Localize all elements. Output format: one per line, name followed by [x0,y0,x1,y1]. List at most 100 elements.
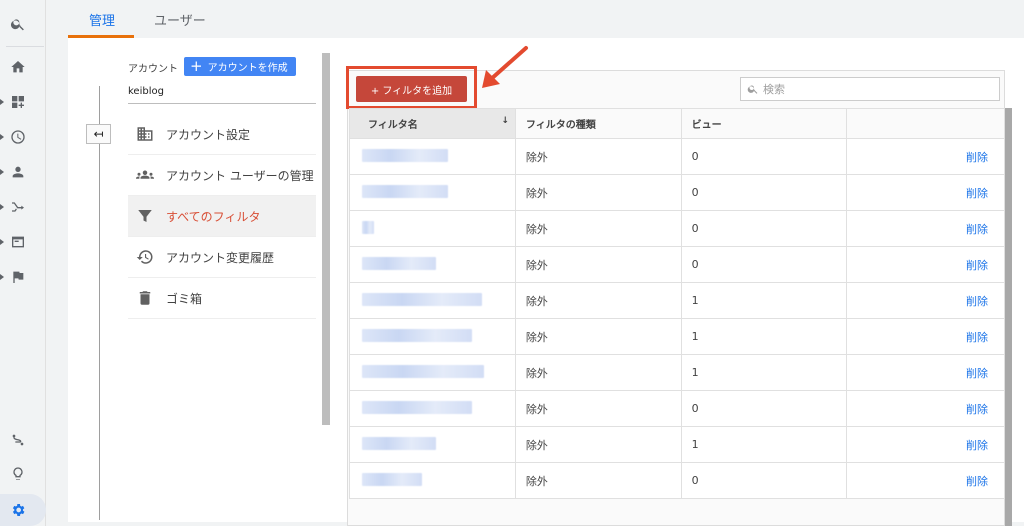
table-row: 除外 0 削除 [349,390,1005,427]
left-nav-rail [0,0,46,526]
filter-name-cell[interactable] [349,282,516,319]
expand-caret-icon [0,169,4,175]
table-row: 除外 0 削除 [349,174,1005,211]
delete-link[interactable]: 削除 [846,354,1005,391]
home-icon[interactable] [8,57,28,77]
menu-item-trash[interactable]: ゴミ箱 [128,278,316,319]
admin-settings-button[interactable] [0,494,46,526]
filter-name-cell[interactable] [349,462,516,499]
trash-icon [134,289,156,307]
create-account-label: アカウントを作成 [207,63,288,74]
account-column-label: アカウント [128,64,178,75]
filter-name-cell[interactable] [349,354,516,391]
expand-caret-icon [0,99,4,105]
people-icon [134,166,156,184]
filter-type-cell: 除外 [514,390,682,427]
back-button[interactable]: ↤ [86,124,111,144]
filter-icon [134,207,156,225]
search-icon[interactable] [8,14,28,34]
delete-link[interactable]: 削除 [846,138,1005,175]
delete-link[interactable]: 削除 [846,282,1005,319]
filter-search-field[interactable] [740,77,1000,101]
sort-down-icon: ↓ [501,116,509,126]
table-scrollbar[interactable] [1005,108,1012,526]
views-cell: 1 [680,426,848,463]
menu-item-user-management[interactable]: アカウント ユーザーの管理 [128,155,316,196]
views-cell: 0 [680,462,848,499]
filter-type-cell: 除外 [514,318,682,355]
filter-name-cell[interactable] [349,210,516,247]
redacted-filter-name [362,328,472,342]
menu-item-label: すべてのフィルタ [166,209,261,224]
redacted-filter-name [362,256,436,270]
top-tab-bar: 管理 ユーザー [46,0,1024,38]
delete-link[interactable]: 削除 [846,426,1005,463]
account-selector-underline [128,103,316,104]
expand-caret-icon [0,274,4,280]
annotation-arrow-icon [482,46,528,88]
table-row: 除外 0 削除 [349,210,1005,247]
behavior-icon[interactable] [8,232,28,252]
filter-name-cell[interactable] [349,246,516,283]
annotation-highlight-box [346,66,477,109]
delete-link[interactable]: 削除 [846,246,1005,283]
filter-type-cell: 除外 [514,210,682,247]
views-cell: 0 [680,210,848,247]
menu-scrollbar[interactable] [322,53,330,425]
conversions-flag-icon[interactable] [8,267,28,287]
table-row: 除外 0 削除 [349,462,1005,499]
views-cell: 1 [680,282,848,319]
views-cell: 0 [680,138,848,175]
column-header-filter-name[interactable]: フィルタ名 ↓ [349,108,516,139]
filter-name-cell[interactable] [349,426,516,463]
menu-item-all-filters[interactable]: すべてのフィルタ [128,196,316,237]
menu-item-change-history[interactable]: アカウント変更履歴 [128,237,316,278]
menu-item-label: アカウント設定 [166,127,251,142]
attribution-icon[interactable] [8,430,28,450]
filter-name-cell[interactable] [349,318,516,355]
tab-users[interactable]: ユーザー [154,10,206,38]
filter-type-cell: 除外 [514,282,682,319]
table-row: 除外 1 削除 [349,318,1005,355]
rail-divider [6,46,44,47]
expand-caret-icon [0,134,4,140]
column-header-label: フィルタ名 [368,120,418,131]
delete-link[interactable]: 削除 [846,462,1005,499]
delete-link[interactable]: 削除 [846,318,1005,355]
lightbulb-icon[interactable] [8,464,28,484]
column-header-actions [846,108,1005,139]
views-cell: 1 [680,354,848,391]
filter-type-cell: 除外 [514,462,682,499]
filter-name-cell[interactable] [349,174,516,211]
search-input[interactable] [763,82,983,96]
redacted-filter-name [362,400,472,414]
table-row: 除外 1 削除 [349,282,1005,319]
account-selector[interactable]: keiblog [128,86,164,97]
column-header-views[interactable]: ビュー [680,108,848,139]
filter-name-cell[interactable] [349,138,516,175]
filter-type-cell: 除外 [514,174,682,211]
acquisition-icon[interactable] [8,197,28,217]
create-account-button[interactable]: + アカウントを作成 [184,57,296,76]
back-arrow-icon: ↤ [93,127,104,141]
views-cell: 0 [680,246,848,283]
account-settings-menu: アカウント設定 アカウント ユーザーの管理 すべてのフィルタ アカウント変更履歴… [128,114,316,319]
expand-caret-icon [0,239,4,245]
delete-link[interactable]: 削除 [846,390,1005,427]
delete-link[interactable]: 削除 [846,174,1005,211]
column-divider [99,86,100,520]
filter-name-cell[interactable] [349,390,516,427]
building-icon [134,125,156,143]
delete-link[interactable]: 削除 [846,210,1005,247]
column-header-filter-type[interactable]: フィルタの種類 [514,108,682,139]
menu-item-account-settings[interactable]: アカウント設定 [128,114,316,155]
redacted-filter-name [362,220,374,234]
customization-icon[interactable] [8,92,28,112]
audience-person-icon[interactable] [8,162,28,182]
tab-admin[interactable]: 管理 [89,10,115,38]
realtime-clock-icon[interactable] [8,127,28,147]
filter-type-cell: 除外 [514,426,682,463]
history-icon [134,248,156,266]
filter-type-cell: 除外 [514,138,682,175]
filters-table: フィルタ名 ↓ フィルタの種類 ビュー 除外 0 削除 除外 0 削除 除外 0… [349,108,1005,499]
